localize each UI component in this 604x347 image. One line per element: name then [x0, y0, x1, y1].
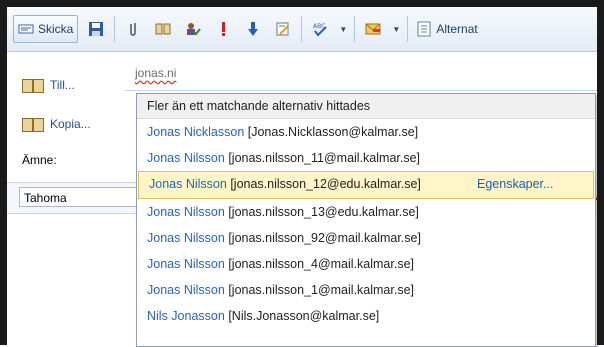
to-field-value: jonas.ni — [135, 66, 177, 80]
paperclip-icon — [125, 21, 141, 37]
suggestion-email: [jonas.nilsson_13@edu.kalmar.se] — [228, 205, 419, 219]
signature-dropdown[interactable]: ▼ — [391, 16, 401, 42]
properties-link[interactable]: Egenskaper... — [477, 172, 553, 196]
exclamation-icon — [215, 21, 231, 37]
recipient-suggestions: Fler än ett matchande alternativ hittade… — [136, 93, 596, 347]
suggestion-item-selected[interactable]: Jonas Nilsson [jonas.nilsson_12@edu.kalm… — [138, 171, 594, 199]
suggestion-email: [Nils.Jonasson@kalmar.se] — [228, 309, 380, 323]
suggestion-email: [jonas.nilsson_11@mail.kalmar.se] — [228, 151, 421, 165]
signature-button[interactable] — [361, 16, 385, 42]
options-icon — [275, 21, 291, 37]
subject-label: Ämne: — [22, 153, 57, 167]
suggestion-name: Jonas Nilsson — [147, 283, 225, 297]
suggestion-name: Jonas Nilsson — [147, 257, 225, 271]
spelling-dropdown[interactable]: ▼ — [338, 16, 348, 42]
suggestion-name: Jonas Nicklasson — [147, 125, 245, 139]
suggestion-item[interactable]: Jonas Nilsson [jonas.nilsson_92@mail.kal… — [137, 225, 595, 251]
compose-toolbar: Skicka ABC ▼ ▼ Alternat — [7, 7, 597, 52]
suggestion-name: Jonas Nilsson — [147, 231, 225, 245]
suggestion-name: Jonas Nilsson — [149, 177, 227, 191]
to-label: Till... — [50, 78, 75, 92]
suggestion-item[interactable]: Jonas Nilsson [jonas.nilsson_1@mail.kalm… — [137, 277, 595, 303]
suggestion-name: Nils Jonasson — [147, 309, 225, 323]
toolbar-separator — [354, 16, 356, 42]
spellcheck-icon: ABC — [312, 21, 328, 37]
save-icon — [88, 21, 104, 37]
cc-label: Kopia... — [50, 117, 91, 131]
check-names-icon — [185, 21, 202, 37]
address-book-icon — [22, 117, 44, 132]
alternatives-button[interactable]: Alternat — [414, 16, 478, 42]
chevron-down-icon: ▼ — [339, 24, 348, 34]
window-frame-top — [0, 0, 604, 7]
suggestion-item[interactable]: Nils Jonasson [Nils.Jonasson@kalmar.se] — [137, 303, 595, 329]
suggestion-email: [jonas.nilsson_4@mail.kalmar.se] — [228, 257, 414, 271]
address-book-icon — [22, 78, 44, 93]
toolbar-separator — [301, 16, 303, 42]
importance-high-button[interactable] — [211, 16, 235, 42]
suggestions-header: Fler än ett matchande alternativ hittade… — [137, 94, 595, 119]
envelope-icon — [365, 21, 381, 37]
suggestion-name: Jonas Nilsson — [147, 151, 225, 165]
save-button[interactable] — [84, 16, 108, 42]
window-frame-left — [0, 0, 7, 345]
chevron-down-icon: ▼ — [392, 24, 401, 34]
send-label: Skicka — [38, 22, 74, 36]
alternatives-label: Alternat — [436, 22, 478, 36]
suggestion-email: [jonas.nilsson_12@edu.kalmar.se] — [230, 177, 421, 191]
address-book-icon — [155, 21, 171, 37]
suggestion-name: Jonas Nilsson — [147, 205, 225, 219]
window-frame-right — [597, 0, 604, 345]
suggestion-item[interactable]: Jonas Nicklasson [Jonas.Nicklasson@kalma… — [137, 119, 595, 145]
send-button[interactable]: Skicka — [13, 15, 79, 43]
importance-low-button[interactable] — [241, 16, 265, 42]
suggestion-email: [Jonas.Nicklasson@kalmar.se] — [247, 125, 419, 139]
address-book-button[interactable] — [151, 16, 175, 42]
spelling-button[interactable]: ABC — [308, 16, 332, 42]
toolbar-separator — [407, 16, 409, 42]
suggestion-item[interactable]: Jonas Nilsson [jonas.nilsson_11@mail.kal… — [137, 145, 595, 171]
font-select[interactable]: Tahoma — [19, 187, 139, 207]
check-names-button[interactable] — [181, 16, 205, 42]
suggestion-item[interactable]: Jonas Nilsson [jonas.nilsson_4@mail.kalm… — [137, 251, 595, 277]
to-button[interactable]: Till... — [22, 73, 75, 97]
to-field[interactable]: jonas.ni — [125, 60, 597, 91]
toolbar-separator — [114, 16, 116, 42]
suggestion-email: [jonas.nilsson_1@mail.kalmar.se] — [228, 283, 414, 297]
suggestion-email: [jonas.nilsson_92@mail.kalmar.se] — [228, 231, 421, 245]
cc-button[interactable]: Kopia... — [22, 112, 91, 136]
document-icon — [416, 21, 432, 37]
down-arrow-icon — [245, 21, 261, 37]
suggestion-item[interactable]: Jonas Nilsson [jonas.nilsson_13@edu.kalm… — [137, 199, 595, 225]
attach-button[interactable] — [121, 16, 145, 42]
options-button[interactable] — [271, 16, 295, 42]
send-icon — [18, 21, 34, 37]
